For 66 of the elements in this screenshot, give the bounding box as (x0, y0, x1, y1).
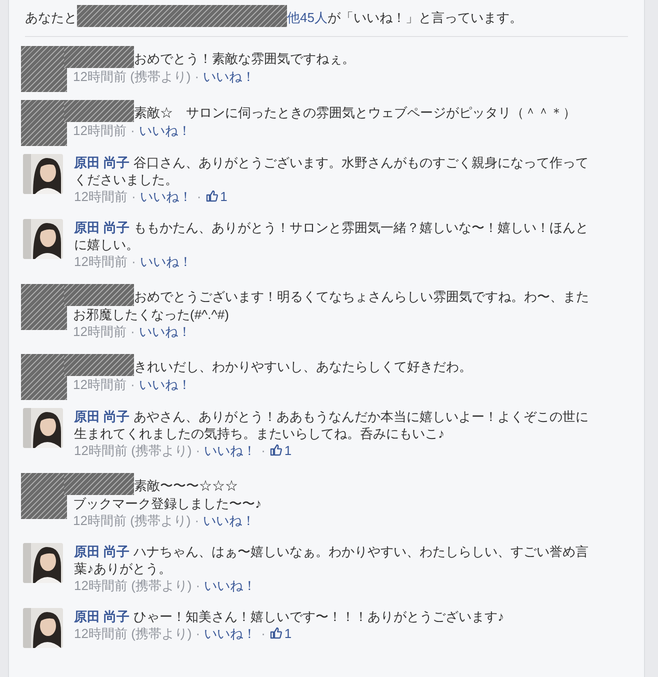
separator-dot: · (196, 626, 200, 641)
redacted-avatar (21, 46, 67, 92)
redacted-name (64, 100, 134, 122)
redacted-avatar (21, 354, 67, 400)
like-link[interactable]: いいね！ (203, 513, 256, 528)
timestamp: 12時間前 (74, 189, 128, 204)
thumbs-up-icon (206, 190, 218, 202)
summary-text: あなたと 他45人が「いいね！」と言っています。 (25, 5, 610, 27)
others-link[interactable]: 他45人 (287, 10, 328, 25)
like-link[interactable]: いいね！ (204, 443, 256, 458)
like-count-link[interactable]: 1 (270, 626, 292, 641)
comment-text: 素敵〜〜〜☆☆☆ ブックマーク登録しました〜〜♪ (73, 473, 595, 512)
separator-dot: · (131, 254, 136, 269)
timestamp: 12時間前 (携帯より) (73, 513, 191, 528)
like-count-link[interactable]: 1 (206, 189, 228, 204)
comment-text: おめでとう！素敵な雰囲気ですねぇ。 (73, 46, 595, 68)
separator-dot: · (130, 377, 135, 392)
like-link[interactable]: いいね！ (204, 578, 256, 593)
separator-dot: · (196, 443, 200, 458)
separator-dot: · (131, 189, 136, 204)
redacted-name (64, 354, 134, 376)
author-link[interactable]: 原田 尚子 (74, 155, 130, 170)
like-link[interactable]: いいね！ (203, 69, 256, 84)
redacted-avatar (21, 473, 67, 519)
timestamp: 12時間前 (携帯より) (74, 443, 192, 458)
separator-dot: · (196, 189, 202, 204)
comment-text: きれいだし、わかりやすいし、あなたらしくて好きだわ。 (73, 354, 595, 376)
separator-dot: · (194, 69, 200, 84)
comment-text: おめでとうございます！明るくてなちょさんらしい雰囲気ですね。わ〜、またお邪魔したくなった(#^.^#) (73, 284, 595, 323)
timestamp: 12時間前 (73, 324, 126, 339)
timestamp: 12時間前 (73, 377, 126, 392)
redacted-name (64, 46, 134, 68)
like-link[interactable]: いいね！ (140, 254, 192, 269)
author-link[interactable]: 原田 尚子 (74, 544, 130, 559)
separator-dot: · (196, 578, 200, 593)
timestamp: 12時間前 (携帯より) (73, 69, 191, 84)
like-link[interactable]: いいね！ (138, 123, 191, 138)
redacted-name (64, 284, 134, 306)
timestamp: 12時間前 (携帯より) (74, 626, 192, 641)
separator-dot: · (261, 626, 266, 641)
like-link[interactable]: いいね！ (140, 189, 192, 204)
comment-text: 素敵☆ サロンに伺ったときの雰囲気とウェブページがピッタリ（＾＾＊） (73, 100, 595, 122)
like-link[interactable]: いいね！ (138, 377, 191, 392)
comment-text: 原田 尚子 谷口さん、ありがとうございます。水野さんがものすごく親身になって作ってくださいました。 (74, 154, 590, 188)
author-link[interactable]: 原田 尚子 (74, 609, 130, 624)
timestamp: 12時間前 (携帯より) (74, 578, 192, 593)
separator-dot: · (194, 513, 200, 528)
redacted-avatar (21, 100, 67, 146)
separator-dot: · (130, 123, 135, 138)
timestamp: 12時間前 (73, 123, 126, 138)
comment-text: 原田 尚子 ひゃー！知美さん！嬉しいです〜！！！ありがとうございます♪ (74, 608, 506, 625)
like-count-link[interactable]: 1 (270, 443, 292, 458)
author-link[interactable]: 原田 尚子 (74, 220, 130, 235)
separator-dot: · (261, 443, 266, 458)
author-link[interactable]: 原田 尚子 (74, 409, 130, 424)
comment-text: 原田 尚子 ハナちゃん、はぁ〜嬉しいなぁ。わかりやすい、わたしらしい、すごい誉め言葉♪ありがとう。 (74, 543, 590, 577)
separator-dot: · (130, 324, 135, 339)
redacted-avatar (21, 284, 67, 330)
like-link[interactable]: いいね！ (204, 626, 256, 641)
timestamp: 12時間前 (74, 254, 128, 269)
redacted-name (64, 473, 134, 495)
thumbs-up-icon (270, 444, 282, 456)
like-link[interactable]: いいね！ (138, 324, 191, 339)
comment-text: 原田 尚子 ももかたん、ありがとう！サロンと雰囲気一緒？嬉しいな〜！嬉しい！ほんとに嬉しい。 (74, 219, 590, 253)
comment-text: 原田 尚子 あやさん、ありがとう！ああもうなんだか本当に嬉しいよー！よくぞこの世に生まれてくれましたの気持ち。またいらしてね。呑みにもいこ♪ (74, 408, 590, 442)
thumbs-up-icon (270, 627, 282, 639)
